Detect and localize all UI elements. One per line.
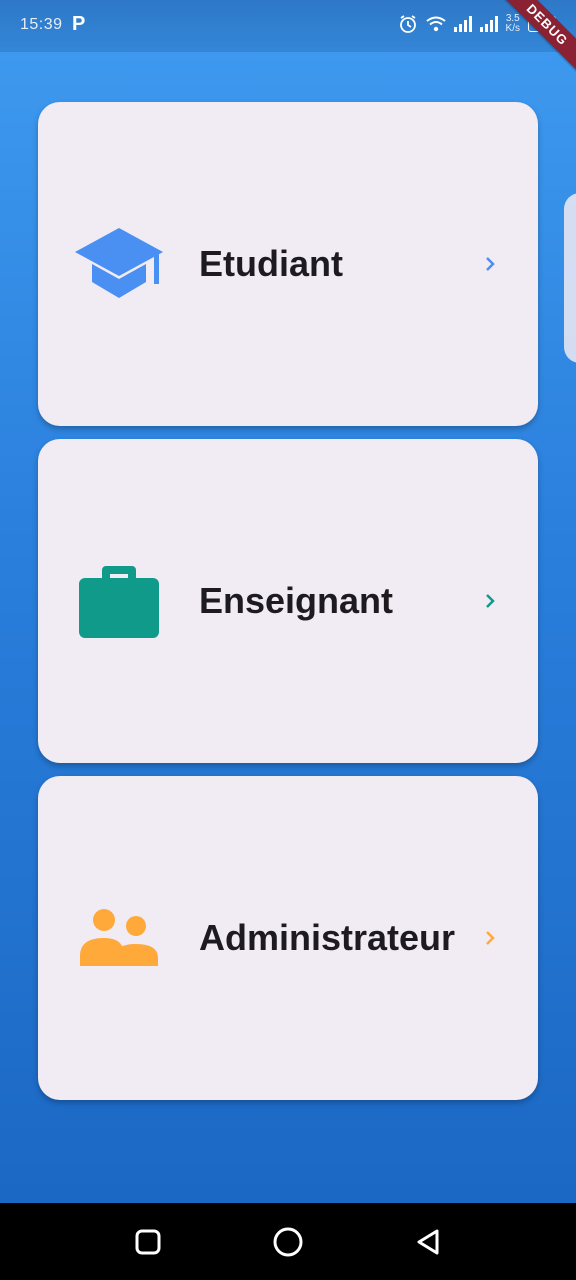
signal-icon-1 bbox=[453, 16, 472, 32]
role-label-enseignant: Enseignant bbox=[199, 580, 394, 621]
net-speed: 3.5 K/s bbox=[506, 14, 520, 34]
status-bar: 15:39 P 3.5 K/s bbox=[0, 0, 576, 52]
home-button[interactable] bbox=[273, 1227, 303, 1257]
app-screen: 15:39 P 3.5 K/s DEBUG Etudiant Enseignan… bbox=[0, 0, 576, 1203]
people-icon bbox=[74, 893, 164, 983]
signal-icon-2 bbox=[479, 16, 498, 32]
back-button[interactable] bbox=[415, 1228, 441, 1256]
app-badge: P bbox=[72, 13, 86, 35]
role-label-etudiant: Etudiant bbox=[199, 243, 343, 284]
role-card-etudiant[interactable]: Etudiant bbox=[38, 102, 538, 426]
alarm-icon bbox=[399, 15, 416, 33]
net-speed-unit: K/s bbox=[505, 23, 520, 34]
role-card-enseignant[interactable]: Enseignant bbox=[38, 439, 538, 763]
chevron-right-icon bbox=[486, 594, 495, 608]
briefcase-icon bbox=[74, 556, 164, 646]
chevron-right-icon bbox=[486, 257, 495, 271]
recents-button[interactable] bbox=[135, 1229, 161, 1255]
role-list: Etudiant Enseignant Administrateur bbox=[38, 102, 538, 1113]
status-time: 15:39 bbox=[20, 16, 63, 33]
chevron-right-icon bbox=[486, 931, 495, 945]
wifi-icon bbox=[425, 16, 446, 32]
role-card-administrateur[interactable]: Administrateur bbox=[38, 776, 538, 1100]
role-label-administrateur: Administrateur bbox=[199, 917, 456, 958]
graduation-cap-icon bbox=[74, 219, 164, 309]
system-nav-bar bbox=[0, 1203, 576, 1280]
peek-card bbox=[564, 193, 576, 363]
